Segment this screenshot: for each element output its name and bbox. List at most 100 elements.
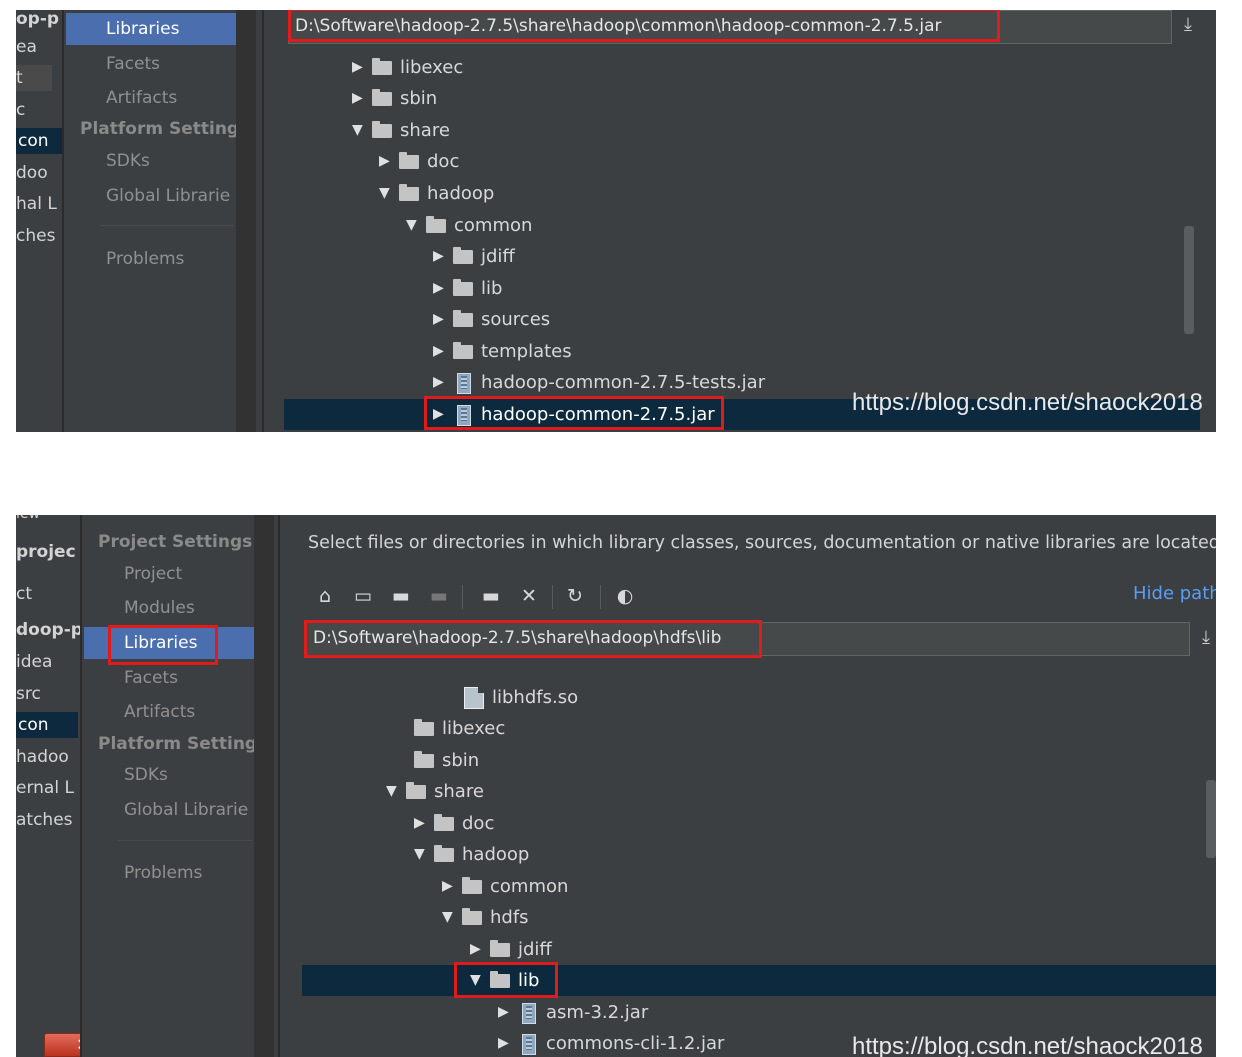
- tree-row-label: hadoop: [427, 183, 495, 204]
- toolbar-separator: [462, 585, 463, 609]
- jar-file-icon: [522, 1034, 536, 1055]
- expand-arrow-right-icon[interactable]: ▶: [498, 1028, 512, 1057]
- tree-row[interactable]: ▶ jdiff: [284, 241, 1200, 272]
- tree-row[interactable]: ▼ share: [284, 115, 1200, 146]
- nav-problems[interactable]: Problems: [106, 243, 184, 275]
- expand-arrow-right-icon[interactable]: ▶: [442, 871, 456, 902]
- expand-arrow-right-icon[interactable]: ▶: [433, 241, 447, 272]
- nav-global-libraries[interactable]: Global Librarie: [106, 180, 230, 212]
- file-tree[interactable]: libhdfs.so libexec sbin ▼ share ▶ doc ▼ hadoop ▶ c…: [302, 665, 1216, 1057]
- tree-row[interactable]: ▶ templates: [284, 336, 1200, 367]
- refresh-icon[interactable]: ↻: [562, 583, 588, 609]
- expand-arrow-down-icon[interactable]: ▼: [414, 839, 428, 870]
- file-chooser-panel: D:\Software\hadoop-2.7.5\share\hadoop\co…: [266, 10, 1216, 432]
- path-field[interactable]: D:\Software\hadoop-2.7.5\share\hadoop\hd…: [304, 622, 1190, 656]
- expand-arrow-right-icon[interactable]: ▶: [414, 808, 428, 839]
- tree-row[interactable]: ▼ hdfs: [302, 902, 1216, 933]
- expand-arrow-right-icon[interactable]: ▶: [352, 83, 366, 114]
- edge-item[interactable]: t: [16, 65, 52, 91]
- tree-row[interactable]: ▶ jdiff: [302, 934, 1216, 965]
- edge-item[interactable]: con: [16, 128, 62, 154]
- tree-row[interactable]: ▶ lib: [284, 273, 1200, 304]
- expand-arrow-right-icon[interactable]: ▶: [433, 273, 447, 304]
- tree-row-label: hadoop-common-2.7.5.jar: [481, 404, 715, 425]
- tree-row[interactable]: ▶ libexec: [284, 52, 1200, 83]
- nav-artifacts[interactable]: Artifacts: [106, 82, 177, 114]
- show-hidden-icon[interactable]: ◐: [612, 583, 638, 609]
- tree-row-label: hdfs: [490, 907, 529, 928]
- new-folder-icon[interactable]: ▬: [388, 583, 414, 609]
- folder-icon: [372, 89, 392, 106]
- scrollbar-thumb[interactable]: [1206, 780, 1216, 858]
- watermark: https://blog.csdn.net/shaock2018: [852, 1033, 1203, 1057]
- expand-arrow-down-icon[interactable]: ▼: [442, 902, 456, 933]
- tree-row-label: common: [490, 876, 569, 897]
- expand-arrow-right-icon[interactable]: ▶: [498, 997, 512, 1028]
- tree-row-label: templates: [481, 341, 572, 362]
- expand-arrow-right-icon[interactable]: ▶: [379, 146, 393, 177]
- toolbar-separator: [600, 585, 601, 609]
- new-folder-plus-icon[interactable]: ▬: [478, 583, 504, 609]
- edge-item[interactable]: ches: [16, 223, 55, 249]
- tree-row[interactable]: libexec: [302, 713, 1216, 744]
- jar-file-icon: [457, 405, 471, 426]
- nav-facets[interactable]: Facets: [106, 48, 160, 80]
- edge-item[interactable]: ea: [16, 34, 37, 60]
- expand-arrow-right-icon[interactable]: ▶: [433, 399, 447, 430]
- scrollbar-thumb[interactable]: [1184, 226, 1194, 334]
- tree-row[interactable]: ▶ sources: [284, 304, 1200, 335]
- tree-row[interactable]: libhdfs.so: [302, 682, 1216, 713]
- tree-row-label: libexec: [400, 57, 464, 78]
- nav-libraries[interactable]: Libraries: [66, 13, 236, 45]
- folder-icon[interactable]: ▬: [426, 583, 452, 609]
- tree-row[interactable]: ▼ lib: [302, 965, 1216, 996]
- panel-divider[interactable]: [236, 10, 256, 432]
- edge-item[interactable]: op-p: [16, 10, 59, 32]
- tree-row[interactable]: sbin: [302, 745, 1216, 776]
- download-icon[interactable]: ⤓: [1196, 627, 1216, 649]
- tree-row[interactable]: ▶ doc: [284, 146, 1200, 177]
- folder-icon: [414, 719, 434, 736]
- tree-row-label: lib: [481, 278, 503, 299]
- desktop-icon[interactable]: ▭: [350, 583, 376, 609]
- expand-arrow-right-icon[interactable]: ▶: [433, 304, 447, 335]
- tree-row[interactable]: ▼ hadoop: [302, 839, 1216, 870]
- download-icon[interactable]: ⤓: [1178, 14, 1198, 36]
- expand-arrow-down-icon[interactable]: ▼: [379, 178, 393, 209]
- folder-icon: [462, 908, 482, 925]
- tree-row[interactable]: ▼ common: [284, 210, 1200, 241]
- settings-nav: Libraries Facets Artifacts Platform Sett…: [64, 10, 246, 432]
- hide-path-link[interactable]: Hide path: [1133, 583, 1216, 604]
- folder-icon: [426, 216, 446, 233]
- tree-row-label: sbin: [400, 88, 438, 109]
- nav-sdks[interactable]: SDKs: [106, 145, 150, 177]
- file-tree[interactable]: ▶ libexec ▶ sbin ▼ share ▶ doc ▼ hadoop ▼ common ▶ jd…: [284, 52, 1203, 432]
- tree-row[interactable]: ▶ doc: [302, 808, 1216, 839]
- expand-arrow-right-icon[interactable]: ▶: [433, 367, 447, 398]
- library-file-icon: [464, 687, 484, 709]
- expand-arrow-down-icon[interactable]: ▼: [406, 210, 420, 241]
- folder-icon: [453, 342, 473, 359]
- edge-item[interactable]: hal L: [16, 191, 57, 217]
- edge-item[interactable]: c: [16, 97, 25, 123]
- tree-row-label: sbin: [442, 750, 480, 771]
- path-field[interactable]: D:\Software\hadoop-2.7.5\share\hadoop\co…: [288, 10, 1172, 44]
- tree-row[interactable]: ▼ hadoop: [284, 178, 1200, 209]
- home-icon[interactable]: ⌂: [312, 583, 338, 609]
- tree-row[interactable]: ▶ asm-3.2.jar: [302, 997, 1216, 1028]
- folder-icon: [406, 782, 426, 799]
- tree-row[interactable]: ▶ sbin: [284, 83, 1200, 114]
- tree-row-label: libhdfs.so: [492, 687, 579, 708]
- tree-row[interactable]: ▶ common: [302, 871, 1216, 902]
- expand-arrow-down-icon[interactable]: ▼: [352, 115, 366, 146]
- expand-arrow-right-icon[interactable]: ▶: [433, 336, 447, 367]
- edge-item[interactable]: doo: [16, 160, 48, 186]
- delete-icon[interactable]: ✕: [516, 583, 542, 609]
- expand-arrow-right-icon[interactable]: ▶: [352, 52, 366, 83]
- expand-arrow-down-icon[interactable]: ▼: [386, 776, 400, 807]
- folder-icon: [453, 247, 473, 264]
- tree-row[interactable]: ▼ share: [302, 776, 1216, 807]
- tree-row-label: share: [400, 120, 450, 141]
- expand-arrow-right-icon[interactable]: ▶: [470, 934, 484, 965]
- expand-arrow-down-icon[interactable]: ▼: [470, 965, 484, 996]
